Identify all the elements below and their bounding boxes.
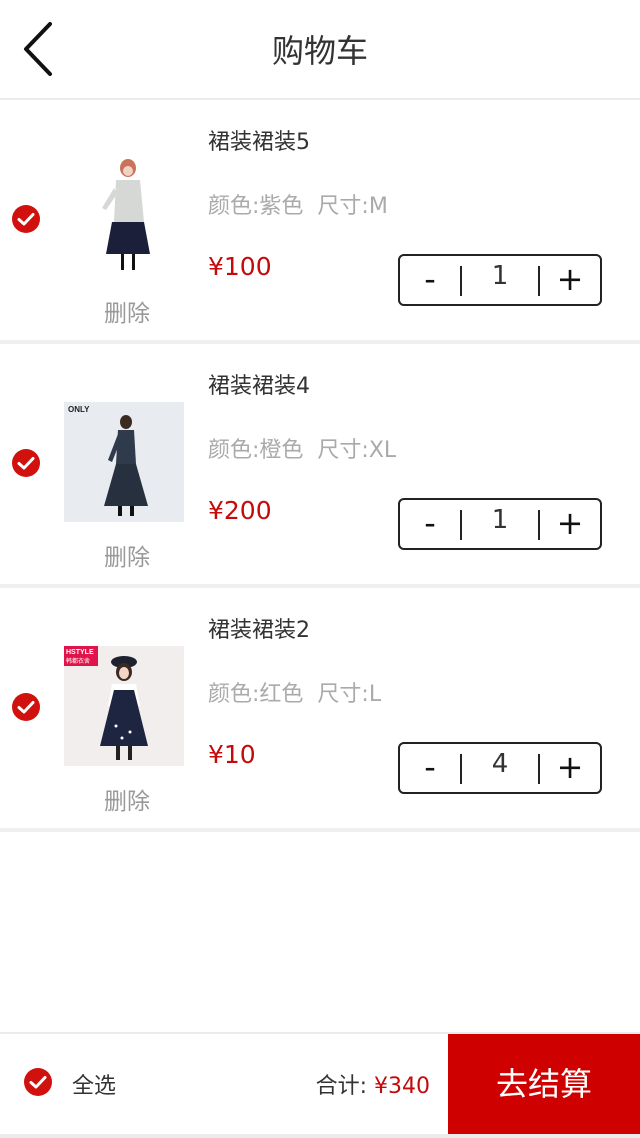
product-price: ¥200 [208, 496, 272, 525]
cart-item: HSTYLE 韩都衣舍 删除 裙装裙装2 颜色:红色尺寸:L ¥10 - 4 [0, 588, 640, 832]
select-all-label[interactable]: 全选 [72, 1068, 116, 1100]
product-color: 颜色:橙色 [208, 438, 304, 463]
brand-logo-subtext: 韩都衣舍 [66, 657, 90, 665]
quantity-stepper: - 1 + [398, 254, 602, 306]
decrease-button[interactable]: - [400, 500, 460, 548]
product-price: ¥10 [208, 740, 256, 769]
quantity-value[interactable]: 4 [462, 744, 538, 788]
check-circle-icon [17, 701, 35, 714]
product-price: ¥100 [208, 252, 272, 281]
quantity-stepper: - 4 + [398, 742, 602, 794]
product-size: 尺寸:XL [317, 438, 397, 463]
check-circle-icon [17, 457, 35, 470]
cart-item: ONLY 删除 裙装裙装4 颜色:橙色 尺寸:XL ¥200 - 1 + [0, 344, 640, 588]
check-circle-icon [29, 1076, 47, 1089]
select-all-checkbox[interactable] [24, 1068, 52, 1096]
product-name: 裙装裙装4 [208, 374, 310, 399]
delete-button[interactable]: 删除 [64, 782, 190, 816]
item-checkbox[interactable] [12, 205, 40, 233]
product-image[interactable]: HSTYLE 韩都衣舍 [64, 646, 184, 766]
product-attributes: 颜色:橙色 尺寸:XL [208, 432, 396, 464]
product-size: 尺寸:M [317, 194, 388, 219]
product-photo-girl-navy-dress: HSTYLE 韩都衣舍 [64, 646, 184, 766]
item-checkbox[interactable] [12, 449, 40, 477]
delete-button[interactable]: 删除 [64, 294, 190, 328]
checkout-button[interactable]: 去结算 [448, 1034, 640, 1134]
product-image[interactable] [64, 158, 184, 278]
page-title: 购物车 [271, 32, 368, 70]
product-photo-woman-grey-coat [64, 158, 184, 278]
cart-total: 合计: ¥340 [316, 1068, 430, 1100]
product-attributes: 颜色:紫色 尺寸:M [208, 188, 388, 220]
quantity-stepper: - 1 + [398, 498, 602, 550]
cart-footer: 全选 合计: ¥340 去结算 [0, 1032, 640, 1134]
bottom-divider [0, 1134, 640, 1138]
cart-list: 删除 裙装裙装5 颜色:紫色 尺寸:M ¥100 - 1 + ONLY 删除 裙… [0, 100, 640, 832]
total-amount: ¥340 [374, 1074, 430, 1099]
item-checkbox[interactable] [12, 693, 40, 721]
product-name: 裙装裙装2 [208, 618, 310, 643]
decrease-button[interactable]: - [400, 256, 460, 304]
quantity-value[interactable]: 1 [462, 256, 538, 300]
product-photo-woman-dark-dress: ONLY [64, 402, 184, 522]
product-size: 尺寸:L [317, 682, 382, 707]
increase-button[interactable]: + [540, 500, 600, 548]
product-attributes: 颜色:红色 尺寸:L [208, 676, 381, 708]
product-color: 颜色:紫色 [208, 194, 304, 219]
quantity-value[interactable]: 1 [462, 500, 538, 544]
product-color: 颜色:红色 [208, 682, 304, 707]
header-bar: 购物车 [0, 0, 640, 100]
increase-button[interactable]: + [540, 256, 600, 304]
brand-logo-text: ONLY [68, 405, 90, 414]
increase-button[interactable]: + [540, 744, 600, 792]
product-name: 裙装裙装5 [208, 130, 310, 155]
cart-item: 删除 裙装裙装5 颜色:紫色 尺寸:M ¥100 - 1 + [0, 100, 640, 344]
total-label: 合计: [315, 1074, 367, 1099]
product-image[interactable]: ONLY [64, 402, 184, 522]
decrease-button[interactable]: - [400, 744, 460, 792]
check-circle-icon [17, 213, 35, 226]
delete-button[interactable]: 删除 [64, 538, 190, 572]
brand-logo-text: HSTYLE [66, 649, 94, 656]
